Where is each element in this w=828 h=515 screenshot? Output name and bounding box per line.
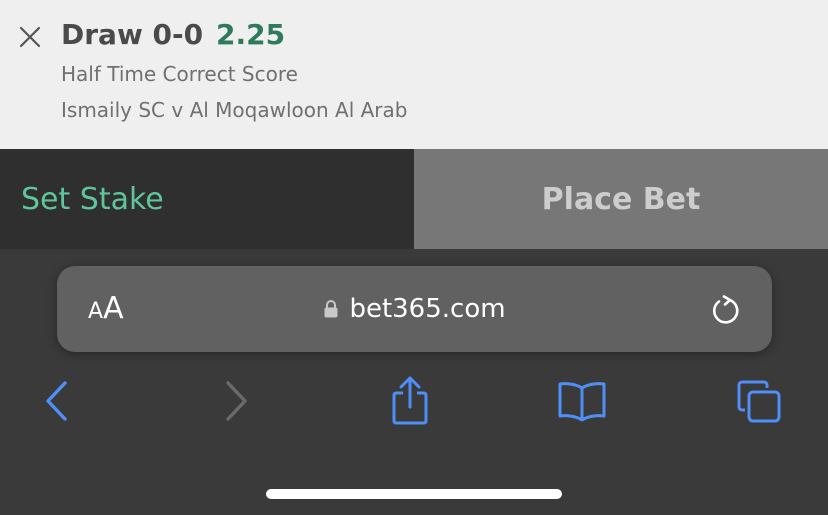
text-size-small-glyph: A <box>88 299 104 324</box>
bookmarks-button[interactable] <box>556 377 608 429</box>
bet-action-bar: Set Stake Place Bet <box>0 149 828 249</box>
address-content: bet365.com <box>57 266 772 352</box>
place-bet-button[interactable]: Place Bet <box>414 149 828 249</box>
address-bar[interactable]: AA bet365.com <box>57 266 772 352</box>
lock-icon <box>323 299 339 319</box>
forward-button[interactable] <box>210 377 262 429</box>
text-size-button[interactable]: AA <box>88 291 124 331</box>
page: Draw 0-0 2.25 Half Time Correct Score Is… <box>0 0 828 515</box>
book-icon <box>556 380 608 426</box>
tabs-button[interactable] <box>734 377 786 429</box>
tabs-icon <box>735 378 785 428</box>
set-stake-button[interactable]: Set Stake <box>0 149 414 249</box>
browser-chrome: AA bet365.com <box>0 249 828 515</box>
back-button[interactable] <box>31 377 83 429</box>
selection-name: Draw 0-0 <box>61 18 204 51</box>
reload-icon[interactable] <box>709 293 743 327</box>
domain-label[interactable]: bet365.com <box>349 294 505 324</box>
fixture-name: Ismaily SC v Al Moqawloon Al Arab <box>61 98 408 122</box>
share-button[interactable] <box>384 375 436 431</box>
close-icon[interactable] <box>18 25 42 49</box>
home-indicator[interactable] <box>266 489 562 499</box>
share-icon <box>388 375 432 431</box>
text-size-big-glyph: A <box>103 291 124 326</box>
chevron-right-icon <box>221 380 251 426</box>
bet-slip-header: Draw 0-0 2.25 Half Time Correct Score Is… <box>0 0 828 149</box>
market-name: Half Time Correct Score <box>61 62 298 86</box>
chevron-left-icon <box>42 380 72 426</box>
selection-odds: 2.25 <box>216 18 286 51</box>
